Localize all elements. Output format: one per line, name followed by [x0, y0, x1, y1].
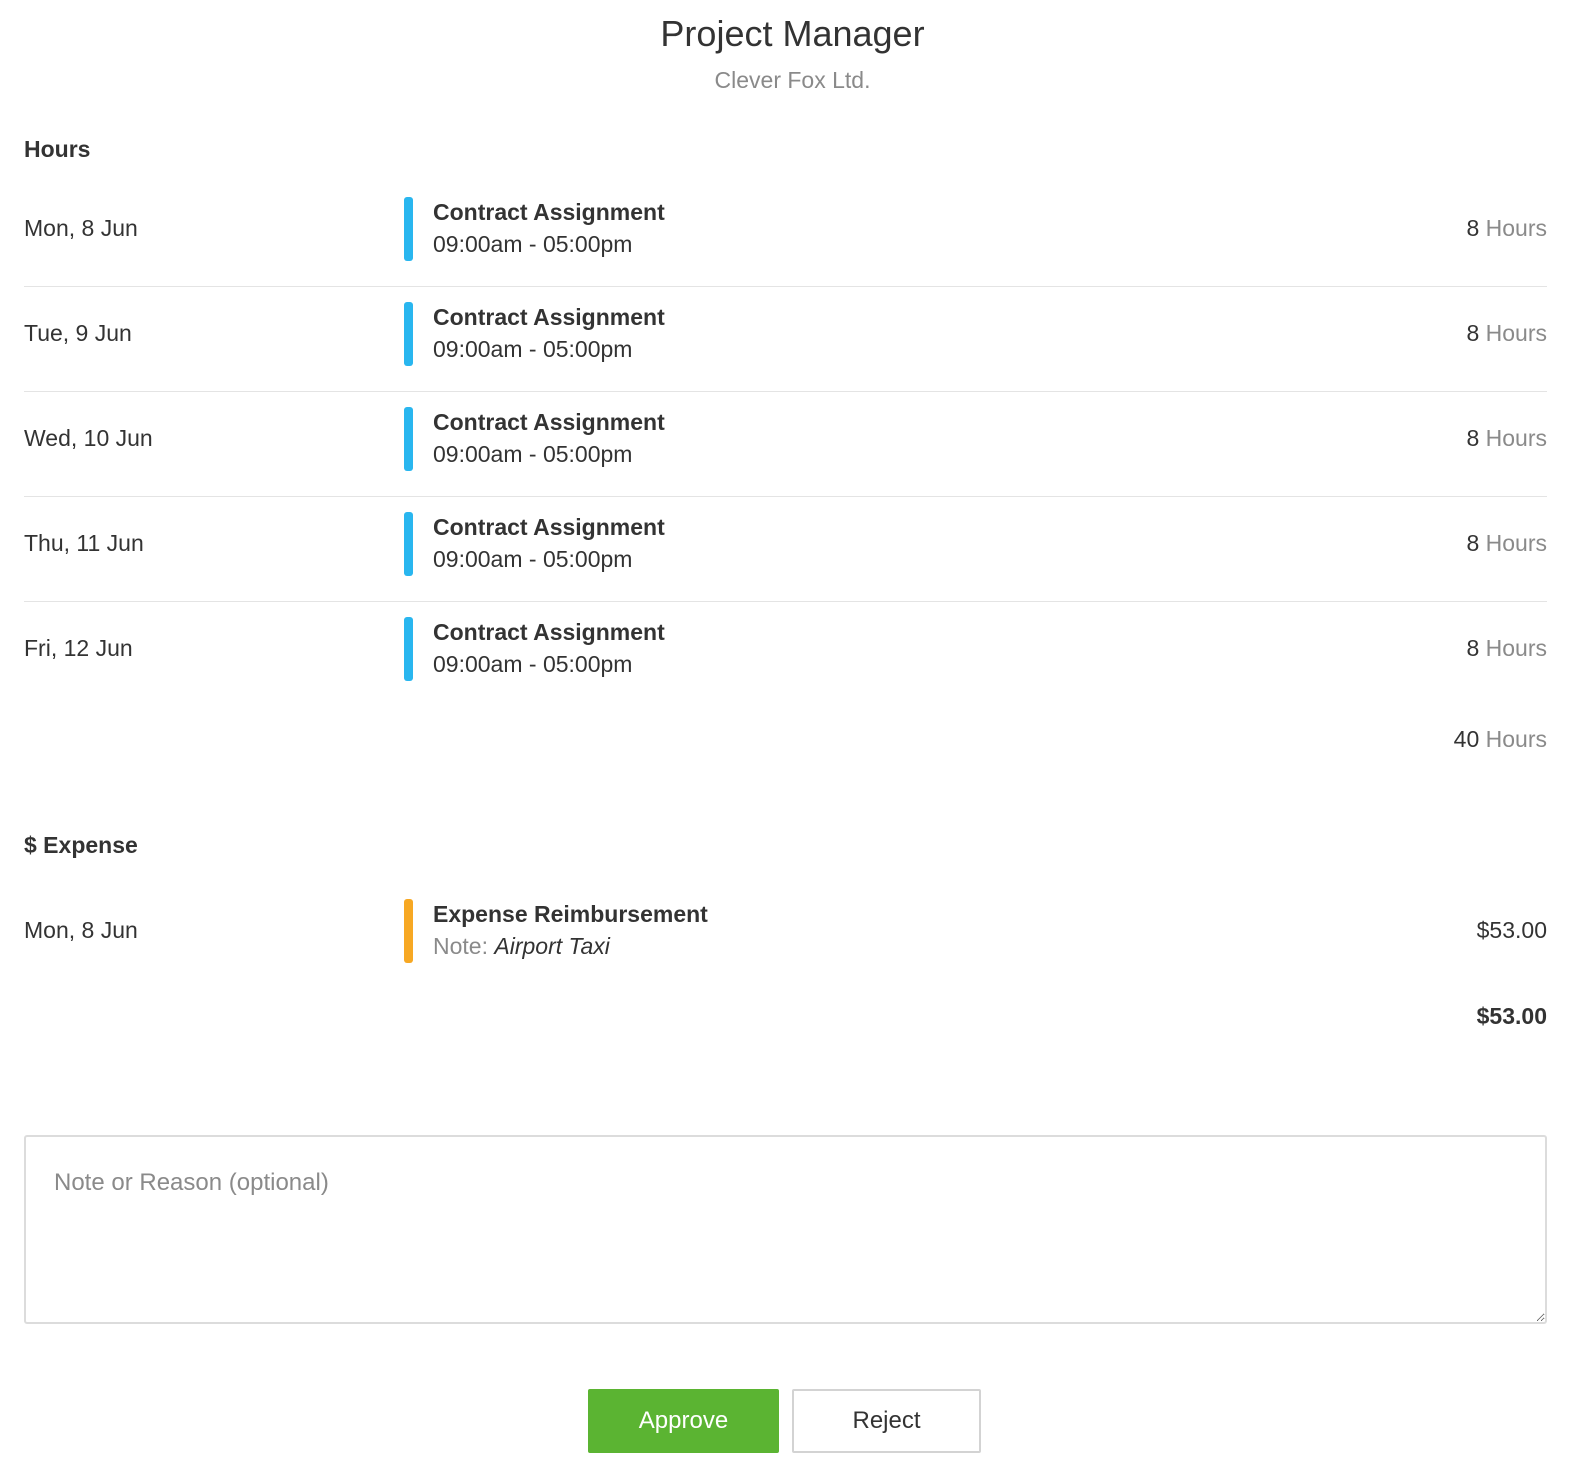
hours-row-date: Mon, 8 Jun [24, 215, 138, 241]
hours-row-time: 09:00am - 05:00pm [433, 336, 633, 362]
hours-row-amount: 8 Hours [1466, 213, 1547, 243]
hours-row-value: 8 [1466, 320, 1480, 346]
hours-row-time: 09:00am - 05:00pm [433, 231, 633, 257]
hours-total: 40 Hours [1454, 724, 1547, 754]
hours-row-unit: Hours [1485, 320, 1547, 346]
hours-row-title: Contract Assignment [433, 409, 665, 435]
hours-row-unit: Hours [1485, 530, 1547, 556]
expense-row-date: Mon, 8 Jun [24, 917, 138, 943]
hours-row-date: Tue, 9 Jun [24, 320, 132, 346]
expense-row-amount: $53.00 [1476, 917, 1547, 943]
hours-row-title: Contract Assignment [433, 199, 665, 225]
hours-row-date: Fri, 12 Jun [24, 635, 133, 661]
hours-row-unit: Hours [1485, 425, 1547, 451]
hours-row-date: Wed, 10 Jun [24, 425, 153, 451]
hours-row-time: 09:00am - 05:00pm [433, 441, 633, 467]
hours-row-time: 09:00am - 05:00pm [433, 651, 633, 677]
expense-color-bar [404, 899, 413, 963]
hours-row-value: 8 [1466, 530, 1480, 556]
note-reason-input[interactable] [24, 1135, 1547, 1324]
expense-row: Mon, 8 Jun Expense Reimbursement Note: A… [24, 883, 1547, 988]
approve-button[interactable]: Approve [588, 1389, 779, 1453]
hours-row-value: 8 [1466, 635, 1480, 661]
hours-color-bar [404, 197, 413, 261]
hours-row: Fri, 12 Jun Contract Assignment 09:00am … [24, 601, 1547, 706]
hours-total-unit: Hours [1485, 726, 1547, 752]
hours-row-title: Contract Assignment [433, 514, 665, 540]
hours-row-amount: 8 Hours [1466, 318, 1547, 348]
expense-row-note: Note: Airport Taxi [433, 931, 610, 961]
expense-total: $53.00 [1476, 1003, 1547, 1029]
company-name: Clever Fox Ltd. [714, 67, 871, 93]
reject-button[interactable]: Reject [792, 1389, 981, 1453]
hours-row-amount: 8 Hours [1466, 423, 1547, 453]
expense-section-heading: $ Expense [24, 832, 138, 858]
expense-note-value: Airport Taxi [494, 933, 610, 959]
hours-color-bar [404, 407, 413, 471]
hours-row-unit: Hours [1485, 215, 1547, 241]
hours-total-value: 40 [1453, 726, 1480, 752]
hours-row-value: 8 [1466, 215, 1480, 241]
hours-color-bar [404, 617, 413, 681]
hours-row-amount: 8 Hours [1466, 528, 1547, 558]
hours-row-title: Contract Assignment [433, 619, 665, 645]
hours-row-value: 8 [1466, 425, 1480, 451]
expense-row-title: Expense Reimbursement [433, 901, 708, 927]
hours-row-date: Thu, 11 Jun [24, 530, 144, 556]
hours-section-heading: Hours [24, 136, 91, 162]
hours-row-time: 09:00am - 05:00pm [433, 546, 633, 572]
hours-row: Mon, 8 Jun Contract Assignment 09:00am -… [24, 181, 1547, 287]
expense-note-label: Note: [433, 933, 488, 959]
hours-row-title: Contract Assignment [433, 304, 665, 330]
page-title: Project Manager [660, 13, 925, 54]
hours-color-bar [404, 302, 413, 366]
hours-row: Tue, 9 Jun Contract Assignment 09:00am -… [24, 286, 1547, 392]
hours-row-amount: 8 Hours [1466, 633, 1547, 663]
hours-row: Thu, 11 Jun Contract Assignment 09:00am … [24, 496, 1547, 602]
hours-color-bar [404, 512, 413, 576]
hours-row: Wed, 10 Jun Contract Assignment 09:00am … [24, 391, 1547, 497]
hours-row-unit: Hours [1485, 635, 1547, 661]
